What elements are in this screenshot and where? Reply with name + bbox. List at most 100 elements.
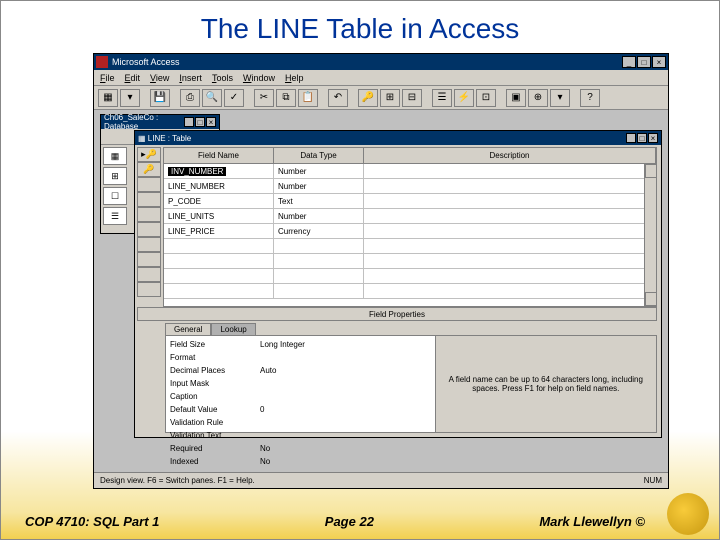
queries-icon[interactable]: ⊞ bbox=[103, 167, 127, 185]
menu-insert[interactable]: Insert bbox=[179, 73, 202, 83]
new-object-button[interactable]: ⊕ bbox=[528, 89, 548, 107]
prop-value[interactable] bbox=[260, 431, 431, 444]
prop-value[interactable] bbox=[260, 353, 431, 366]
menu-view[interactable]: View bbox=[150, 73, 169, 83]
forms-icon[interactable]: ☐ bbox=[103, 187, 127, 205]
row-selector[interactable] bbox=[137, 252, 161, 267]
description-cell[interactable] bbox=[364, 194, 656, 208]
description-cell[interactable] bbox=[364, 164, 656, 178]
db-window-button[interactable]: ▣ bbox=[506, 89, 526, 107]
data-type-cell[interactable]: Text bbox=[274, 194, 364, 208]
row-selector[interactable]: 🔑 bbox=[137, 162, 161, 177]
row-selector[interactable] bbox=[137, 177, 161, 192]
field-row[interactable]: LINE_PRICE Currency bbox=[164, 224, 656, 239]
col-data-type[interactable]: Data Type bbox=[274, 148, 364, 163]
menu-help[interactable]: Help bbox=[285, 73, 304, 83]
prop-label: Validation Rule bbox=[170, 418, 260, 431]
description-cell[interactable] bbox=[364, 209, 656, 223]
view-button[interactable]: ▦ bbox=[98, 89, 118, 107]
properties-button[interactable]: ☰ bbox=[432, 89, 452, 107]
field-row[interactable] bbox=[164, 239, 656, 254]
prop-value[interactable]: No bbox=[260, 444, 431, 457]
status-numlock: NUM bbox=[644, 476, 662, 485]
row-selector[interactable] bbox=[137, 207, 161, 222]
tables-icon[interactable]: ▦ bbox=[103, 147, 127, 165]
tbl-minimize-button[interactable]: _ bbox=[626, 133, 636, 143]
row-selector[interactable] bbox=[137, 282, 161, 297]
data-type-cell[interactable]: Currency bbox=[274, 224, 364, 238]
prop-value[interactable]: No bbox=[260, 457, 431, 470]
prop-label: Caption bbox=[170, 392, 260, 405]
menu-edit[interactable]: Edit bbox=[125, 73, 141, 83]
col-description[interactable]: Description bbox=[364, 148, 656, 163]
paste-button[interactable]: 📋 bbox=[298, 89, 318, 107]
field-row[interactable]: LINE_UNITS Number bbox=[164, 209, 656, 224]
vertical-scrollbar[interactable] bbox=[644, 164, 656, 306]
ucf-logo-icon bbox=[667, 493, 709, 535]
indexes-button[interactable]: ⊡ bbox=[476, 89, 496, 107]
builder-button[interactable]: ⚡ bbox=[454, 89, 474, 107]
spell-button[interactable]: ✓ bbox=[224, 89, 244, 107]
prop-value[interactable] bbox=[260, 379, 431, 392]
reports-icon[interactable]: ☰ bbox=[103, 207, 127, 225]
db-close-button[interactable]: × bbox=[206, 117, 216, 127]
row-selector[interactable] bbox=[137, 192, 161, 207]
field-row[interactable]: INV_NUMBER Number bbox=[164, 164, 656, 179]
undo-button[interactable]: ↶ bbox=[328, 89, 348, 107]
db-object-bar: ▦ ⊞ ☐ ☰ bbox=[103, 147, 129, 225]
cut-button[interactable]: ✂ bbox=[254, 89, 274, 107]
copy-button[interactable]: ⧉ bbox=[276, 89, 296, 107]
menu-window[interactable]: Window bbox=[243, 73, 275, 83]
description-cell[interactable] bbox=[364, 224, 656, 238]
prop-value[interactable]: Long Integer bbox=[260, 340, 431, 353]
grid-header: Field Name Data Type Description bbox=[164, 148, 656, 164]
field-name-cell[interactable]: LINE_NUMBER bbox=[164, 179, 274, 193]
dropdown2-icon[interactable]: ▾ bbox=[550, 89, 570, 107]
footer-course: COP 4710: SQL Part 1 bbox=[25, 514, 159, 529]
close-button[interactable]: × bbox=[652, 56, 666, 68]
db-minimize-button[interactable]: _ bbox=[184, 117, 194, 127]
data-type-cell[interactable]: Number bbox=[274, 209, 364, 223]
field-row[interactable] bbox=[164, 254, 656, 269]
insert-rows-button[interactable]: ⊞ bbox=[380, 89, 400, 107]
field-row[interactable]: LINE_NUMBER Number bbox=[164, 179, 656, 194]
row-selector[interactable] bbox=[137, 222, 161, 237]
key-button[interactable]: 🔑 bbox=[358, 89, 378, 107]
field-row[interactable] bbox=[164, 284, 656, 299]
field-name-cell[interactable]: LINE_PRICE bbox=[164, 224, 274, 238]
table-titlebar: ▦ LINE : Table _ □ × bbox=[135, 131, 661, 145]
description-cell[interactable] bbox=[364, 179, 656, 193]
col-field-name[interactable]: Field Name bbox=[164, 148, 274, 163]
prop-value[interactable] bbox=[260, 392, 431, 405]
prop-value[interactable]: 0 bbox=[260, 405, 431, 418]
row-selector[interactable] bbox=[137, 237, 161, 252]
footer-page: Page 22 bbox=[325, 514, 374, 529]
field-name-cell[interactable]: P_CODE bbox=[164, 194, 274, 208]
data-type-cell[interactable]: Number bbox=[274, 179, 364, 193]
row-selector[interactable] bbox=[137, 267, 161, 282]
maximize-button[interactable]: □ bbox=[637, 56, 651, 68]
access-window: Microsoft Access _ □ × File Edit View In… bbox=[93, 53, 669, 489]
save-button[interactable]: 💾 bbox=[150, 89, 170, 107]
field-name-cell[interactable]: INV_NUMBER bbox=[168, 167, 226, 176]
print-button[interactable]: ⎙ bbox=[180, 89, 200, 107]
prop-label: Required bbox=[170, 444, 260, 457]
db-title-text: Ch06_SaleCo : Database bbox=[104, 113, 184, 131]
menu-file[interactable]: File bbox=[100, 73, 115, 83]
data-type-cell[interactable]: Number bbox=[274, 164, 364, 178]
tbl-close-button[interactable]: × bbox=[648, 133, 658, 143]
help-button[interactable]: ? bbox=[580, 89, 600, 107]
delete-rows-button[interactable]: ⊟ bbox=[402, 89, 422, 107]
row-selector[interactable]: ▸🔑 bbox=[137, 147, 161, 162]
field-row[interactable] bbox=[164, 269, 656, 284]
tbl-maximize-button[interactable]: □ bbox=[637, 133, 647, 143]
field-row[interactable]: P_CODE Text bbox=[164, 194, 656, 209]
menu-tools[interactable]: Tools bbox=[212, 73, 233, 83]
preview-button[interactable]: 🔍 bbox=[202, 89, 222, 107]
field-name-cell[interactable]: LINE_UNITS bbox=[164, 209, 274, 223]
dropdown-icon[interactable]: ▾ bbox=[120, 89, 140, 107]
db-maximize-button[interactable]: □ bbox=[195, 117, 205, 127]
minimize-button[interactable]: _ bbox=[622, 56, 636, 68]
prop-value[interactable]: Auto bbox=[260, 366, 431, 379]
prop-value[interactable] bbox=[260, 418, 431, 431]
